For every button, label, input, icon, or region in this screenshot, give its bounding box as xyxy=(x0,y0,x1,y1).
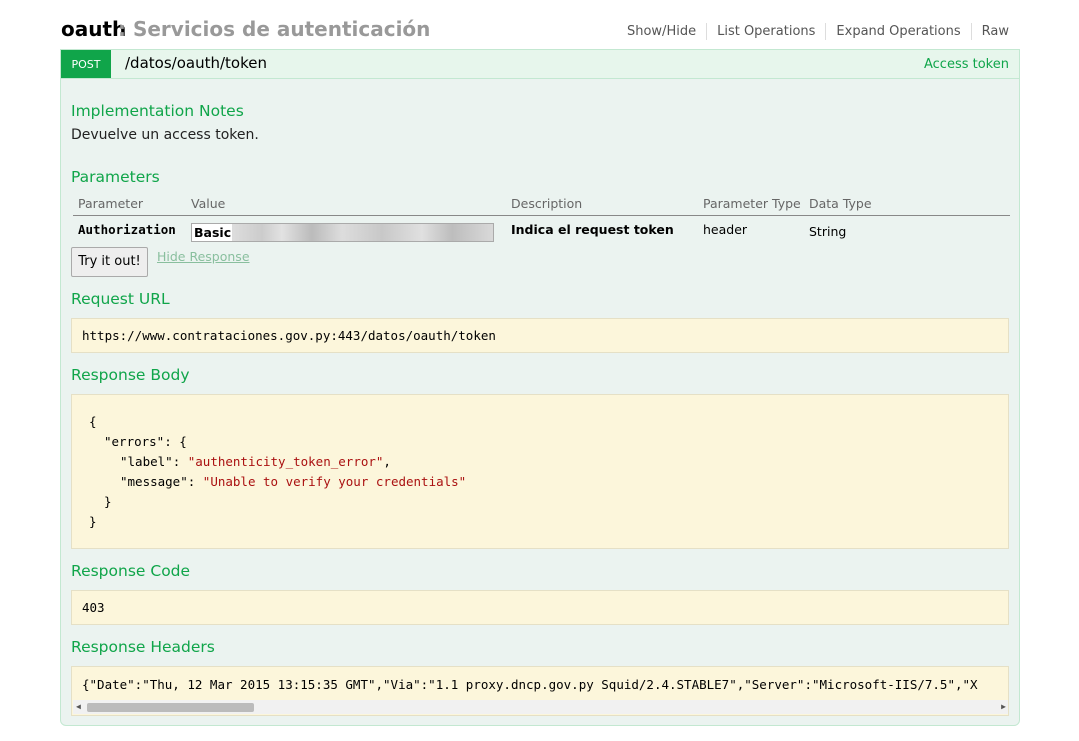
json-line: "label": "authenticity_token_error", xyxy=(120,454,391,469)
request-url-title: Request URL xyxy=(71,290,170,308)
parameters-header-row: Parameter Value Description Parameter Ty… xyxy=(73,194,1010,216)
operation-heading[interactable]: POST /datos/oauth/token Access token xyxy=(61,50,1019,79)
json-value: "authenticity_token_error" xyxy=(187,454,384,469)
col-data-type: Data Type xyxy=(809,196,872,211)
scroll-left-icon[interactable]: ◀ xyxy=(76,702,81,712)
http-method-badge[interactable]: POST xyxy=(61,50,111,78)
authorization-input[interactable]: Basic xyxy=(191,223,494,242)
list-operations-link[interactable]: List Operations xyxy=(707,23,827,40)
expand-operations-link[interactable]: Expand Operations xyxy=(826,23,972,40)
json-value: "Unable to verify your credentials" xyxy=(202,474,467,489)
scroll-right-icon[interactable]: ▶ xyxy=(1001,702,1006,712)
col-parameter: Parameter xyxy=(78,196,144,211)
response-body-title: Response Body xyxy=(71,366,190,384)
json-punct: : { xyxy=(164,434,187,449)
response-code-block: 403 xyxy=(71,590,1009,625)
param-description: Indica el request token xyxy=(511,222,674,237)
col-parameter-type: Parameter Type xyxy=(703,196,801,211)
operation-path[interactable]: /datos/oauth/token xyxy=(125,54,267,72)
table-row: Authorization Basic Indica el request to… xyxy=(73,216,1010,248)
response-headers-title: Response Headers xyxy=(71,638,215,656)
raw-link[interactable]: Raw xyxy=(972,23,1009,40)
operation-summary[interactable]: Access token xyxy=(924,57,1009,72)
json-line: { xyxy=(89,414,97,429)
implementation-notes-title: Implementation Notes xyxy=(71,102,244,120)
resource-description: : Servicios de autenticación xyxy=(118,17,431,41)
response-headers: {"Date":"Thu, 12 Mar 2015 13:15:35 GMT",… xyxy=(82,677,978,692)
json-line: "errors": { xyxy=(104,434,187,449)
try-it-out-button[interactable]: Try it out! xyxy=(71,247,148,277)
resource-heading: oauth : Servicios de autenticación Show/… xyxy=(61,14,1009,44)
operation-panel: POST /datos/oauth/token Access token Imp… xyxy=(60,49,1020,726)
col-description: Description xyxy=(511,196,583,211)
resource-options: Show/Hide List Operations Expand Operati… xyxy=(617,23,1009,40)
param-name: Authorization xyxy=(78,222,176,237)
json-punct: , xyxy=(383,454,391,469)
request-url: https://www.contrataciones.gov.py:443/da… xyxy=(82,328,496,343)
param-data-type: String xyxy=(809,224,847,239)
response-code-title: Response Code xyxy=(71,562,191,580)
col-value: Value xyxy=(191,196,226,211)
hide-response-link[interactable]: Hide Response xyxy=(157,249,250,264)
scrollbar-thumb[interactable] xyxy=(87,703,254,712)
resource-name[interactable]: oauth xyxy=(61,17,126,41)
implementation-notes: Devuelve un access token. xyxy=(71,127,259,143)
json-key: "message" xyxy=(120,474,188,489)
response-headers-block[interactable]: {"Date":"Thu, 12 Mar 2015 13:15:35 GMT",… xyxy=(71,666,1009,716)
parameters-table: Parameter Value Description Parameter Ty… xyxy=(73,194,1010,248)
json-line: "message": "Unable to verify your creden… xyxy=(120,474,467,489)
response-code: 403 xyxy=(82,600,105,615)
response-body-block: { "errors": { "label": "authenticity_tok… xyxy=(71,394,1009,549)
json-line: } xyxy=(104,494,112,509)
horizontal-scrollbar[interactable]: ◀ ▶ xyxy=(73,700,1008,714)
parameters-title: Parameters xyxy=(71,168,160,186)
request-url-block: https://www.contrataciones.gov.py:443/da… xyxy=(71,318,1009,353)
show-hide-link[interactable]: Show/Hide xyxy=(617,23,708,40)
json-key: "errors" xyxy=(104,434,165,449)
json-line: } xyxy=(89,514,97,529)
param-type: header xyxy=(703,222,748,237)
json-key: "label" xyxy=(120,454,173,469)
